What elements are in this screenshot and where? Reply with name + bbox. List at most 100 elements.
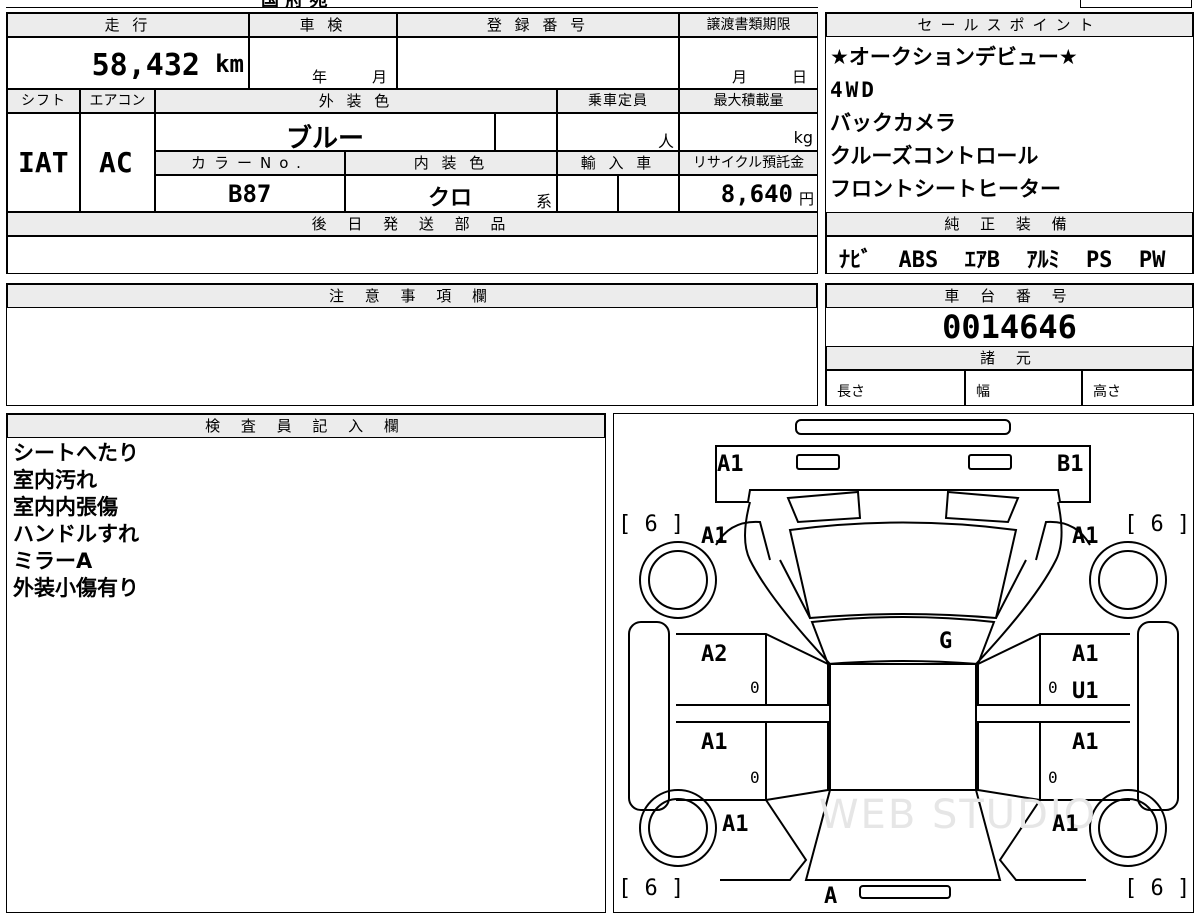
inspection-year: 年	[312, 68, 328, 86]
inspector-note: シートへたり	[13, 441, 139, 465]
spec-width-label: 幅	[976, 384, 990, 400]
grade-windshield: G	[939, 629, 953, 654]
grade-front-right: B1	[1057, 452, 1084, 477]
shift-cell: IAT	[7, 113, 80, 212]
registration-cell	[397, 37, 679, 89]
inspector-note: ハンドルすれ	[13, 522, 139, 546]
sales-point-item: 4WD	[830, 78, 877, 102]
recycle-header: リサイクル預託金	[679, 151, 818, 175]
max-load-cell: kg	[679, 113, 818, 151]
transfer-header: 譲渡書類期限	[679, 13, 818, 37]
max-load-header: 最大積載量	[679, 89, 818, 113]
inspector-note: 外装小傷有り	[13, 576, 139, 600]
inspector-note: 室内汚れ	[13, 468, 97, 492]
tread-label: [ 6 ]	[618, 512, 685, 537]
max-load-unit: kg	[793, 128, 813, 147]
registration-header: 登 録 番 号	[397, 13, 679, 37]
exterior-color-value: ブルー	[286, 124, 365, 154]
import-header: 輸 入 車	[557, 151, 679, 175]
grade-rear-door-right: A1	[1072, 730, 1099, 755]
color-no-cell: B87	[155, 175, 345, 212]
capacity-header: 乗車定員	[557, 89, 679, 113]
tread-label: [ 6 ]	[1124, 512, 1191, 537]
shift-value: IAT	[18, 146, 69, 179]
exterior-color-extra	[495, 113, 557, 151]
sales-points-box: セールスポイント ★オークションデビュー★ 4WD バックカメラ クルーズコント…	[825, 12, 1194, 274]
mileage-header: 走 行	[7, 13, 249, 37]
grade-front-left: A1	[717, 452, 744, 477]
car-diagram-box: WEB STUDIO [ 6 ] [ 6 ] [ 6 ] [ 6 ] A1 B1…	[613, 413, 1194, 913]
transfer-month: 月	[732, 68, 748, 86]
import-cell-1	[557, 175, 618, 212]
top-strip: 国 府 苑	[6, 0, 818, 8]
grade-front-door-right-2: U1	[1072, 679, 1099, 704]
sales-point-item: フロントシートヒーター	[830, 177, 1061, 201]
sales-points-header: セールスポイント	[826, 13, 1193, 37]
sales-points-list: ★オークションデビュー★ 4WD バックカメラ クルーズコントロール フロントシ…	[826, 41, 1193, 206]
zero-mark: 0	[1048, 678, 1058, 697]
chassis-value-cell: 0014646	[826, 308, 1193, 346]
exterior-color-cell: ブルー	[155, 113, 495, 154]
inspector-header: 検 査 員 記 入 欄	[7, 414, 605, 438]
spec-length-cell: 長さ	[826, 370, 965, 406]
transfer-cell: 月 日	[679, 37, 818, 89]
inspection-header: 車 検	[249, 13, 397, 37]
grade-rear-door-left: A1	[701, 730, 728, 755]
inspection-cell: 年 月	[249, 37, 397, 89]
grade-rear: A	[824, 884, 838, 909]
zero-mark: 0	[750, 768, 760, 787]
sales-point-item: クルーズコントロール	[830, 144, 1039, 168]
color-no-header: カラーNo.	[155, 151, 345, 175]
grade-rear-quarter-right: A1	[1052, 812, 1079, 837]
specs-header: 諸 元	[826, 346, 1193, 370]
sales-point-item: バックカメラ	[830, 111, 956, 135]
tread-label: [ 6 ]	[1124, 876, 1191, 901]
spec-height-cell: 高さ	[1082, 370, 1193, 406]
top-strip-text: 国 府 苑	[261, 0, 328, 7]
later-parts-header: 後 日 発 送 部 品	[7, 212, 818, 236]
interior-color-value: クロ	[428, 186, 473, 211]
aircon-header: エアコン	[80, 89, 155, 113]
spec-width-cell: 幅	[965, 370, 1082, 406]
inspector-note: 室内内張傷	[13, 495, 118, 519]
standard-equipment-cell: ﾅﾋﾞ ABS ｴｱB ｱﾙﾐ PS PW	[826, 236, 1193, 274]
chassis-header: 車 台 番 号	[826, 284, 1193, 308]
chassis-box: 車 台 番 号 0014646 諸 元 長さ 幅 高さ	[825, 283, 1194, 406]
recycle-cell: 8,640 円	[679, 175, 818, 212]
standard-equipment-value: ﾅﾋﾞ ABS ｴｱB ｱﾙﾐ PS PW	[839, 248, 1166, 273]
zero-mark: 0	[750, 678, 760, 697]
standard-equipment-header: 純 正 装 備	[826, 212, 1193, 236]
grade-fender-right: A1	[1072, 524, 1099, 549]
mileage-cell: 58,432 km	[7, 37, 249, 89]
grade-rear-quarter-left: A1	[722, 812, 749, 837]
inspection-month: 月	[372, 68, 388, 86]
capacity-unit: 人	[657, 132, 674, 151]
mileage-unit: km	[215, 50, 244, 78]
vehicle-info-table: 走 行 車 検 登 録 番 号 譲渡書類期限 58,432 km 年 月 月 日…	[6, 12, 818, 274]
inspector-notes: シートへたり 室内汚れ 室内内張傷 ハンドルすれ ミラーA 外装小傷有り	[7, 440, 139, 602]
shift-header: シフト	[7, 89, 80, 113]
mileage-value: 58,432	[91, 48, 200, 83]
inspector-note: ミラーA	[13, 549, 93, 573]
grade-front-door-right: A1	[1072, 642, 1099, 667]
grade-fender-left: A1	[701, 524, 728, 549]
transfer-day: 日	[792, 68, 808, 86]
interior-color-cell: クロ 系	[345, 175, 557, 212]
grade-front-door-left: A2	[701, 642, 728, 667]
later-parts-cell	[7, 236, 818, 274]
tread-label: [ 6 ]	[618, 876, 685, 901]
caution-header: 注 意 事 項 欄	[7, 284, 817, 308]
caution-box: 注 意 事 項 欄	[6, 283, 818, 406]
spec-height-label: 高さ	[1093, 384, 1121, 400]
color-no-value: B87	[228, 180, 272, 208]
aircon-value: AC	[99, 146, 133, 179]
recycle-value: 8,640	[720, 180, 793, 208]
spec-length-label: 長さ	[837, 384, 865, 400]
zero-mark: 0	[1048, 768, 1058, 787]
interior-color-suffix: 系	[535, 192, 552, 211]
chassis-value: 0014646	[942, 308, 1077, 346]
aircon-cell: AC	[80, 113, 155, 212]
top-strip-right	[1080, 0, 1192, 8]
capacity-cell: 人	[557, 113, 679, 151]
import-cell-2	[618, 175, 679, 212]
